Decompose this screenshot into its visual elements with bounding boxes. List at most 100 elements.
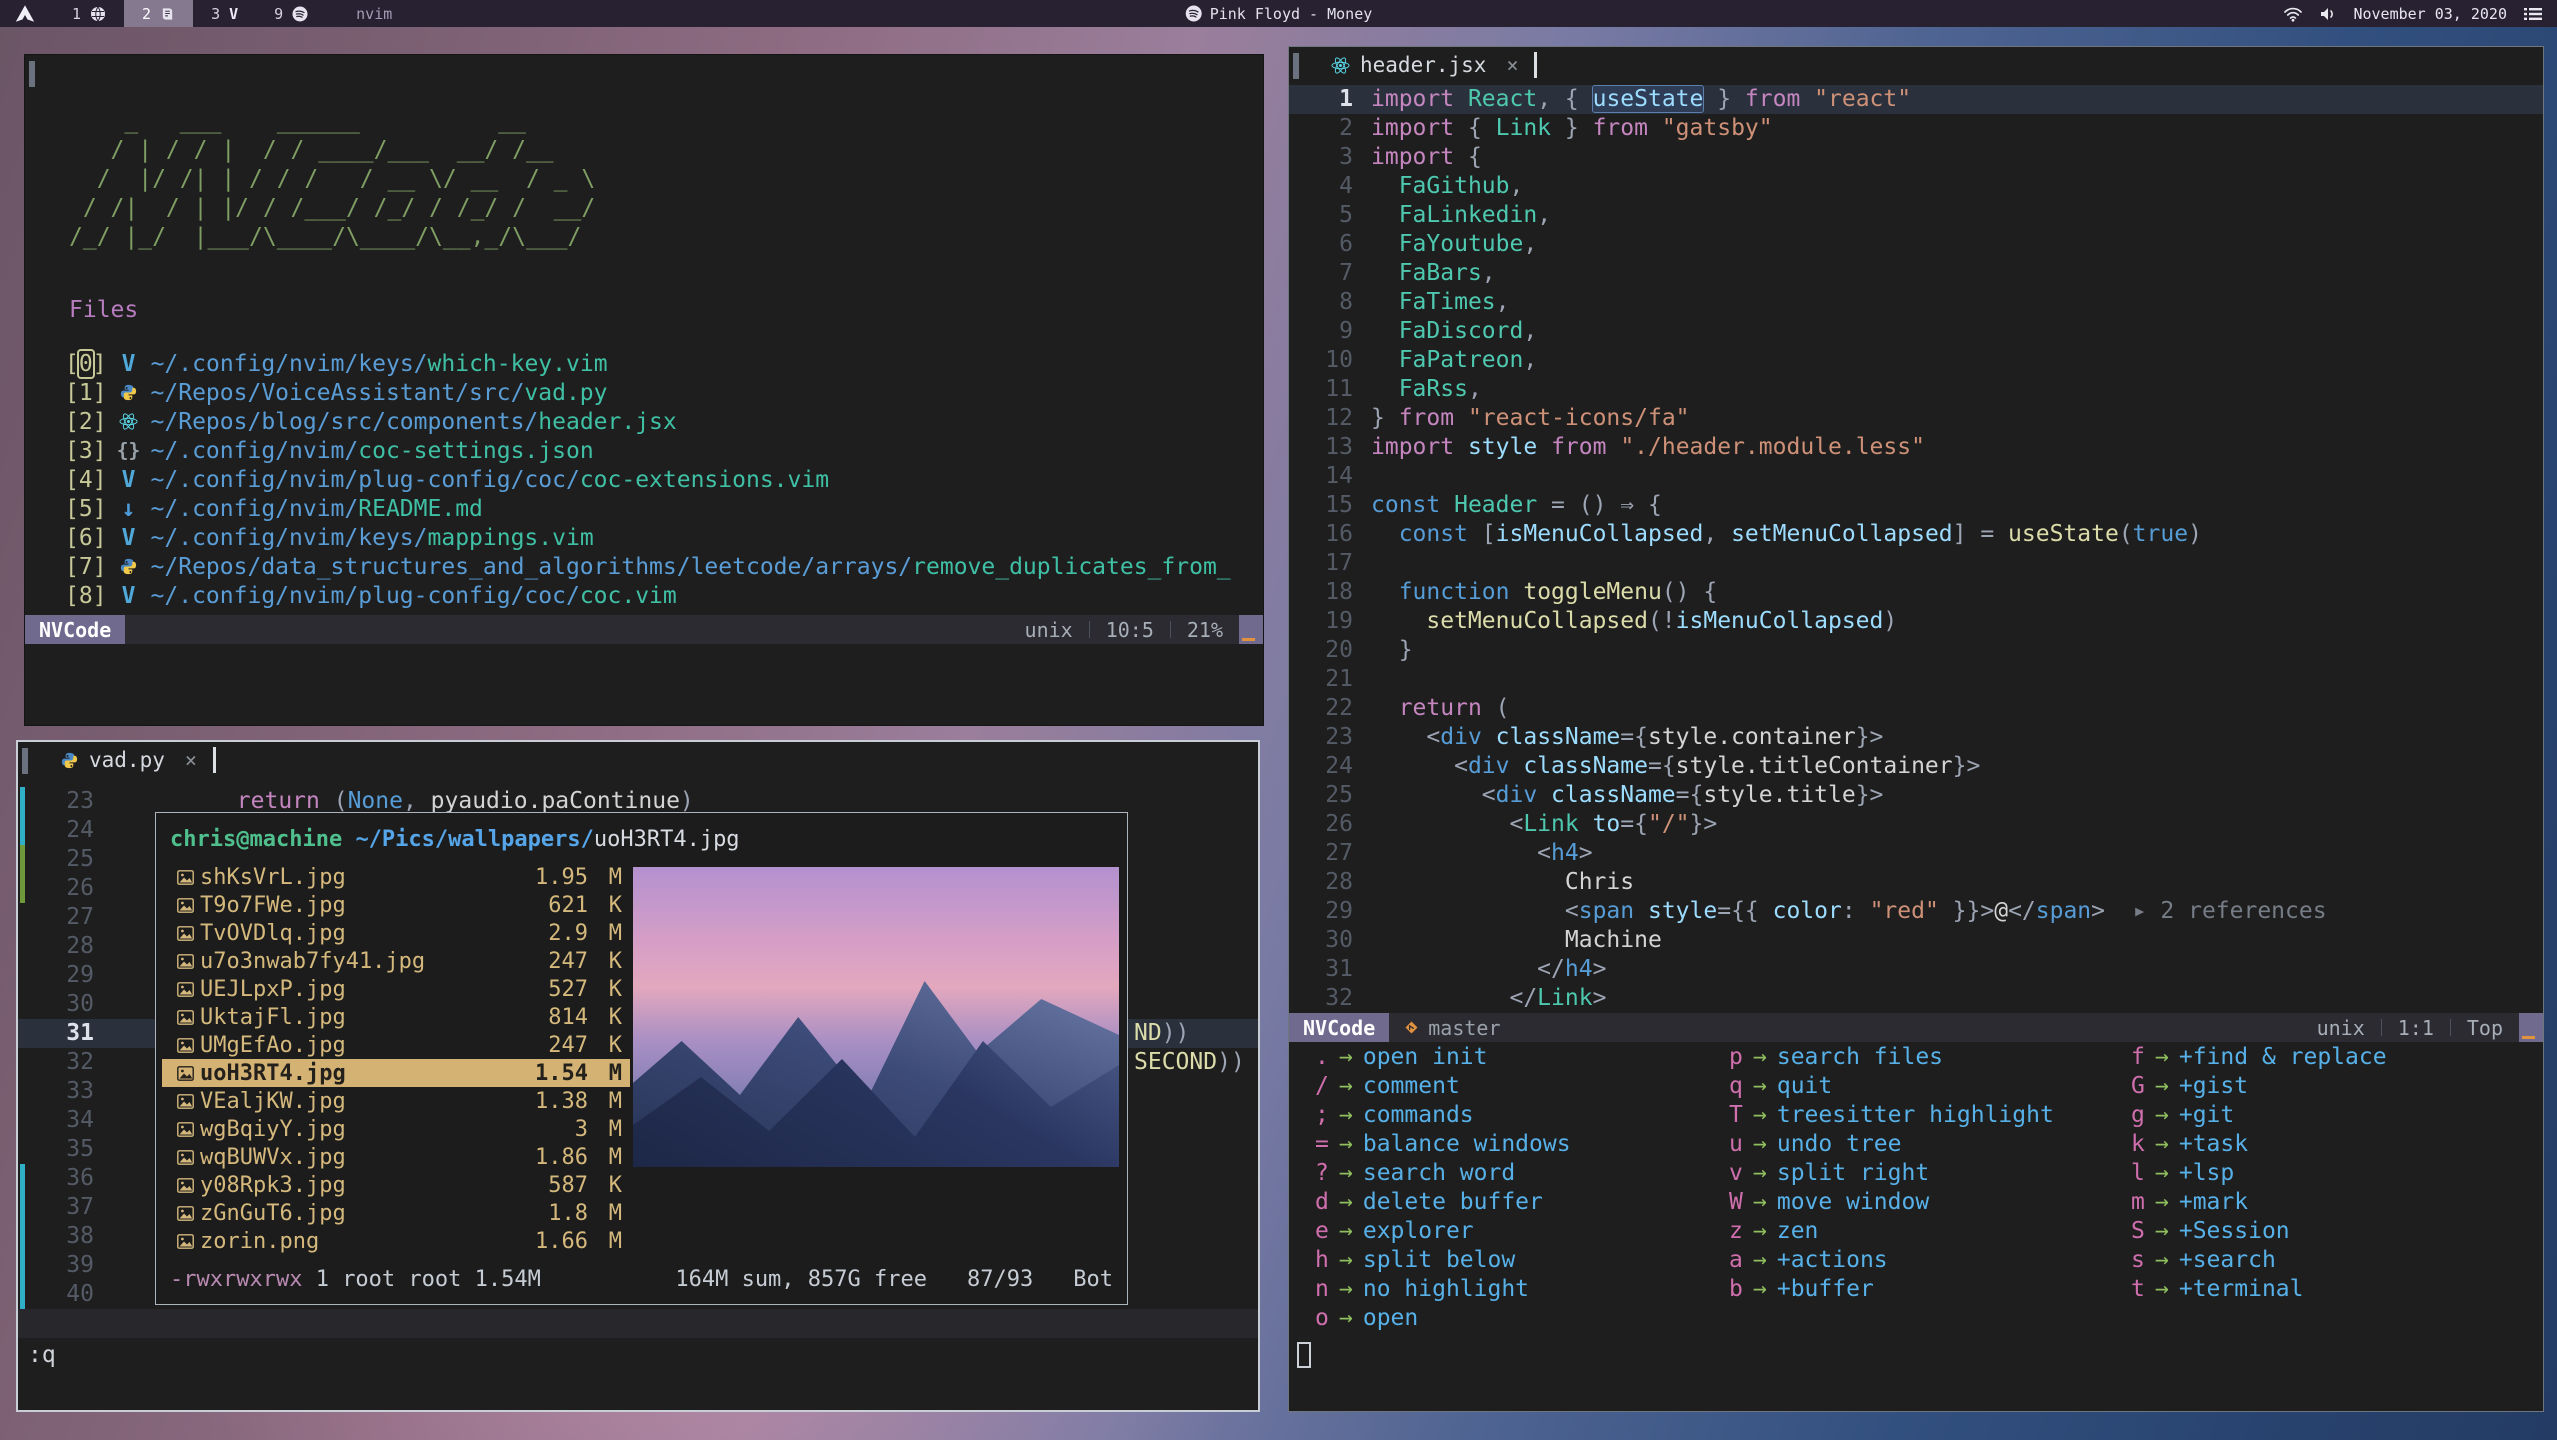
start-file-entry[interactable]: [1]~/Repos/VoiceAssistant/src/vad.py [65,378,1257,407]
code-line-17[interactable]: 17 [1289,549,2543,578]
which-key-binding-s[interactable]: s→+search [2131,1245,2537,1274]
which-key-binding-d[interactable]: d→delete buffer [1315,1187,1729,1216]
which-key-binding-S[interactable]: S→+Session [2131,1216,2537,1245]
popup-file-entry[interactable]: VEaljKW.jpg1.38M [162,1087,630,1115]
code-line-9[interactable]: 9 FaDiscord, [1289,317,2543,346]
which-key-binding-q[interactable]: q→quit [1729,1071,2131,1100]
code-line-31[interactable]: 31 </h4> [1289,955,2543,984]
code-line-5[interactable]: 5 FaLinkedin, [1289,201,2543,230]
which-key-binding-p[interactable]: p→search files [1729,1042,2131,1071]
which-key-binding-W[interactable]: W→move window [1729,1187,2131,1216]
code-line-19[interactable]: 19 setMenuCollapsed(!isMenuCollapsed) [1289,607,2543,636]
code-line-27[interactable]: 27 <h4> [1289,839,2543,868]
which-key-binding-k[interactable]: k→+task [2131,1129,2537,1158]
which-key-binding-T[interactable]: T→treesitter highlight [1729,1100,2131,1129]
which-key-binding-.[interactable]: .→open init [1315,1042,1729,1071]
code-line-10[interactable]: 10 FaPatreon, [1289,346,2543,375]
tab-vad-py[interactable]: vad.py × [18,742,226,778]
popup-file-entry[interactable]: UMgEfAo.jpg247K [162,1031,630,1059]
which-key-binding-m[interactable]: m→+mark [2131,1187,2537,1216]
popup-file-entry[interactable]: UEJLpxP.jpg527K [162,975,630,1003]
line-content: } [1371,636,1413,665]
which-key-binding-h[interactable]: h→split below [1315,1245,1729,1274]
start-file-entry[interactable]: [8]V~/.config/nvim/plug-config/coc/coc.v… [65,581,1257,610]
workspace-1[interactable]: 1 [54,0,124,27]
file-name: zGnGuT6.jpg [200,1201,514,1226]
code-line-3[interactable]: 3import { [1289,143,2543,172]
start-file-entry[interactable]: [2]~/Repos/blog/src/components/header.js… [65,407,1257,436]
volume-icon[interactable] [2319,6,2337,22]
popup-file-entry[interactable]: uoH3RT4.jpg1.54M [162,1059,630,1087]
code-line-26[interactable]: 26 <Link to={"/"}> [1289,810,2543,839]
which-key-binding-g[interactable]: g→+git [2131,1100,2537,1129]
code-line-14[interactable]: 14 [1289,462,2543,491]
code-line-11[interactable]: 11 FaRss, [1289,375,2543,404]
code-line-23[interactable]: 23 <div className={style.container}> [1289,723,2543,752]
which-key-binding-G[interactable]: G→+gist [2131,1071,2537,1100]
popup-file-entry[interactable]: TvOVDlq.jpg2.9M [162,919,630,947]
code-line-22[interactable]: 22 return ( [1289,694,2543,723]
code-token: , [1482,260,1496,286]
which-key-binding-v[interactable]: v→split right [1729,1158,2131,1187]
code-line-30[interactable]: 30 Machine [1289,926,2543,955]
which-key-binding-z[interactable]: z→zen [1729,1216,2131,1245]
popup-file-entry[interactable]: zGnGuT6.jpg1.8M [162,1199,630,1227]
close-icon[interactable]: × [1506,53,1518,77]
which-key-binding-o[interactable]: o→open [1315,1303,1729,1332]
code-line-1[interactable]: 1import React, { useState } from "react" [1289,85,2543,114]
now-playing[interactable]: Pink Floyd - Money [1185,0,1373,27]
popup-file-entry[interactable]: UktajFl.jpg814K [162,1003,630,1031]
start-file-entry[interactable]: [5]↓~/.config/nvim/README.md [65,494,1257,523]
code-line-28[interactable]: 28 Chris [1289,868,2543,897]
workspace-2[interactable]: 2 [124,0,193,27]
popup-file-entry[interactable]: wqBUWVx.jpg1.86M [162,1143,630,1171]
wifi-icon[interactable] [2283,6,2303,22]
popup-file-entry[interactable]: shKsVrL.jpg1.95M [162,863,630,891]
tab-header-jsx[interactable]: header.jsx × [1289,47,1547,83]
code-line-25[interactable]: 25 <div className={style.title}> [1289,781,2543,810]
code-line-12[interactable]: 12} from "react-icons/fa" [1289,404,2543,433]
which-key-binding-=[interactable]: =→balance windows [1315,1129,1729,1158]
code-line-13[interactable]: 13import style from "./header.module.les… [1289,433,2543,462]
start-file-entry[interactable]: [4]V~/.config/nvim/plug-config/coc/coc-e… [65,465,1257,494]
which-key-binding-f[interactable]: f→+find & replace [2131,1042,2537,1071]
code-line-21[interactable]: 21 [1289,665,2543,694]
which-key-binding-b[interactable]: b→+buffer [1729,1274,2131,1303]
which-key-binding-t[interactable]: t→+terminal [2131,1274,2537,1303]
code-line-7[interactable]: 7 FaBars, [1289,259,2543,288]
code-line-29[interactable]: 29 <span style={{ color: "red" }}>@</spa… [1289,897,2543,926]
code-line-24[interactable]: 24 <div className={style.titleContainer}… [1289,752,2543,781]
code-line-20[interactable]: 20 } [1289,636,2543,665]
which-key-binding-/[interactable]: /→comment [1315,1071,1729,1100]
workspace-9[interactable]: 9 [256,0,326,27]
code-line-2[interactable]: 2import { Link } from "gatsby" [1289,114,2543,143]
start-file-entry[interactable]: [0]V~/.config/nvim/keys/which-key.vim [65,349,1257,378]
which-key-binding-u[interactable]: u→undo tree [1729,1129,2131,1158]
popup-file-entry[interactable]: u7o3nwab7fy41.jpg247K [162,947,630,975]
popup-file-entry[interactable]: zorin.png1.66M [162,1227,630,1255]
start-file-entry[interactable]: [7]~/Repos/data_structures_and_algorithm… [65,552,1257,581]
command-line[interactable]: :q [28,1342,56,1368]
start-file-entry[interactable]: [3]{}~/.config/nvim/coc-settings.json [65,436,1257,465]
close-icon[interactable]: × [185,748,197,772]
start-file-entry[interactable]: [6]V~/.config/nvim/keys/mappings.vim [65,523,1257,552]
code-line-6[interactable]: 6 FaYoutube, [1289,230,2543,259]
code-line-32[interactable]: 32 </Link> [1289,984,2543,1013]
which-key-binding-?[interactable]: ?→search word [1315,1158,1729,1187]
code-line-4[interactable]: 4 FaGithub, [1289,172,2543,201]
menu-icon[interactable] [2523,6,2543,22]
code-line-15[interactable]: 15const Header = () ⇒ { [1289,491,2543,520]
workspace-3[interactable]: 3V [193,0,256,27]
popup-file-entry[interactable]: T9o7FWe.jpg621K [162,891,630,919]
which-key-binding-n[interactable]: n→no highlight [1315,1274,1729,1303]
arch-logo-icon[interactable] [0,4,54,23]
code-line-8[interactable]: 8 FaTimes, [1289,288,2543,317]
which-key-binding-;[interactable]: ;→commands [1315,1100,1729,1129]
which-key-binding-l[interactable]: l→+lsp [2131,1158,2537,1187]
which-key-binding-e[interactable]: e→explorer [1315,1216,1729,1245]
popup-file-entry[interactable]: wgBqiyY.jpg3M [162,1115,630,1143]
popup-file-entry[interactable]: y08Rpk3.jpg587K [162,1171,630,1199]
code-line-18[interactable]: 18 function toggleMenu() { [1289,578,2543,607]
code-line-16[interactable]: 16 const [isMenuCollapsed, setMenuCollap… [1289,520,2543,549]
which-key-binding-a[interactable]: a→+actions [1729,1245,2131,1274]
